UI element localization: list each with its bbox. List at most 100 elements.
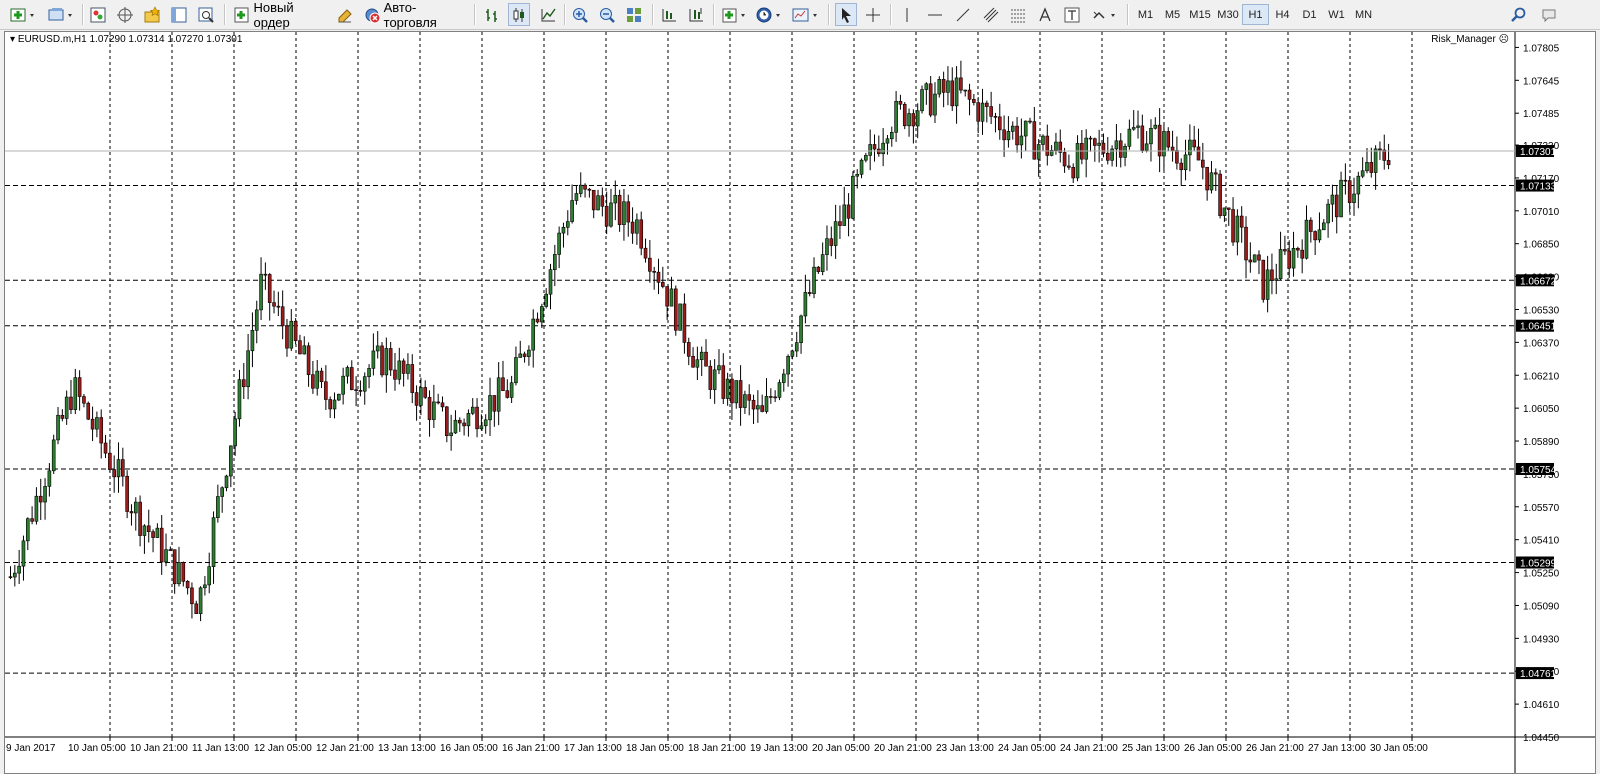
text-button[interactable] xyxy=(1034,3,1056,26)
bear-candle xyxy=(1334,194,1339,218)
favorites-button[interactable] xyxy=(141,3,163,26)
fibonacci-icon xyxy=(1011,9,1025,22)
bull-candle xyxy=(496,377,501,412)
zoom-in-button[interactable] xyxy=(569,3,591,26)
text-label-button[interactable] xyxy=(1061,3,1083,26)
bear-candle xyxy=(816,266,821,272)
bear-candle xyxy=(354,389,358,391)
timeframe-h4[interactable]: H4 xyxy=(1269,4,1296,25)
chart-shift-button[interactable] xyxy=(658,3,680,26)
trendline-button[interactable] xyxy=(952,3,974,26)
bull-candle xyxy=(47,470,52,487)
indicators-button[interactable] xyxy=(719,3,751,26)
bear-candle xyxy=(1067,165,1071,168)
arrows-button[interactable] xyxy=(1089,3,1121,26)
bear-candle xyxy=(293,320,298,341)
bear-candle xyxy=(665,286,669,307)
cursor-button[interactable] xyxy=(835,3,857,26)
bull-candle xyxy=(915,110,920,127)
templates-button[interactable] xyxy=(790,3,822,26)
fibonacci-button[interactable] xyxy=(1007,3,1029,26)
bull-candle xyxy=(1278,249,1283,280)
bear-candle xyxy=(457,419,462,424)
bull-candle xyxy=(362,376,367,392)
market-watch-icon xyxy=(90,7,106,22)
crosshair-button[interactable] xyxy=(862,3,884,26)
bear-candle xyxy=(1201,159,1205,168)
profiles-button[interactable] xyxy=(44,3,78,26)
time-axis-label: 9 Jan 2017 xyxy=(6,743,56,754)
auto-scroll-button[interactable] xyxy=(685,3,707,26)
bear-candle xyxy=(522,353,527,357)
bull-candle xyxy=(453,419,458,434)
bear-candle xyxy=(1347,180,1352,203)
autotrading-button[interactable]: Авто-торговля xyxy=(360,0,466,30)
periods-button[interactable] xyxy=(754,3,786,26)
market-watch-button[interactable] xyxy=(87,3,109,26)
metaeditor-button[interactable] xyxy=(334,3,356,26)
timeframe-m15[interactable]: M15 xyxy=(1186,4,1214,25)
search-button[interactable] xyxy=(1508,3,1530,26)
bear-candle xyxy=(194,603,199,614)
bull-candle xyxy=(142,525,147,536)
bull-candle xyxy=(116,459,121,478)
bear-candle xyxy=(682,303,687,343)
navigator-button[interactable] xyxy=(114,3,136,26)
bear-candle xyxy=(505,390,510,398)
tile-windows-button[interactable] xyxy=(623,3,645,26)
equidistant-channel-button[interactable] xyxy=(980,3,1002,26)
bull-candle xyxy=(790,350,795,357)
vertical-line-button[interactable] xyxy=(896,3,918,26)
bear-candle xyxy=(1248,259,1253,263)
bull-candle xyxy=(56,414,60,441)
new-order-button[interactable]: Новый ордер xyxy=(230,0,330,30)
bull-candle xyxy=(220,487,224,497)
bull-candle xyxy=(596,195,600,211)
timeframe-h1[interactable]: H1 xyxy=(1242,4,1269,25)
timeframe-d1[interactable]: D1 xyxy=(1296,4,1323,25)
horizontal-line-button[interactable] xyxy=(924,3,946,26)
bear-candle xyxy=(311,374,315,389)
bear-candle xyxy=(69,396,73,410)
chat-button[interactable] xyxy=(1538,3,1560,26)
bear-candle xyxy=(1382,149,1387,161)
bar-chart-button[interactable] xyxy=(481,3,503,26)
bear-candle xyxy=(911,113,916,127)
zoom-out-button[interactable] xyxy=(596,3,618,26)
magnifier-chart-icon xyxy=(198,7,214,23)
bear-candle xyxy=(1071,167,1076,179)
chart-collapse-triangle-icon[interactable]: ▾ xyxy=(10,34,15,45)
expert-advisor-label[interactable]: Risk_Manager ☹ xyxy=(1431,34,1509,45)
time-axis-label: 27 Jan 13:00 xyxy=(1308,743,1366,754)
line-chart-button[interactable] xyxy=(537,3,559,26)
trendline-icon xyxy=(956,8,970,21)
bear-candle xyxy=(168,549,173,551)
price-axis-label: 1.06850 xyxy=(1523,240,1560,251)
bull-candle xyxy=(164,549,168,563)
tester-button[interactable] xyxy=(195,3,217,26)
new-chart-button[interactable] xyxy=(6,3,40,26)
bull-candle xyxy=(13,572,17,578)
timeframe-mn[interactable]: MN xyxy=(1350,4,1377,25)
candlestick-button[interactable] xyxy=(508,3,530,26)
timeframe-m5[interactable]: M5 xyxy=(1159,4,1186,25)
bear-candle xyxy=(125,475,129,512)
bull-candle xyxy=(254,309,259,331)
bear-candle xyxy=(86,402,91,420)
bull-candle xyxy=(777,382,782,398)
timeframe-w1[interactable]: W1 xyxy=(1323,4,1350,25)
bear-candle xyxy=(721,365,726,399)
timeframe-m1[interactable]: M1 xyxy=(1132,4,1159,25)
bull-candle xyxy=(315,370,320,389)
bull-candle xyxy=(635,219,639,234)
bear-candle xyxy=(436,401,440,404)
chart-window[interactable]: 9 Jan 2017 10 Jan 05:00 10 Jan 21:00 11 Jan… xyxy=(4,31,1596,774)
terminal-button[interactable] xyxy=(168,3,190,26)
chart-canvas[interactable]: 9 Jan 2017 10 Jan 05:00 10 Jan 21:00 11 Jan… xyxy=(5,32,1595,773)
bull-candle xyxy=(1023,120,1028,137)
timeframe-m30[interactable]: M30 xyxy=(1214,4,1242,25)
bear-candle xyxy=(691,356,695,368)
autotrading-label: Авто-торговля xyxy=(383,0,437,30)
bear-candle xyxy=(1313,231,1317,241)
horizontal-line-icon xyxy=(928,14,942,15)
